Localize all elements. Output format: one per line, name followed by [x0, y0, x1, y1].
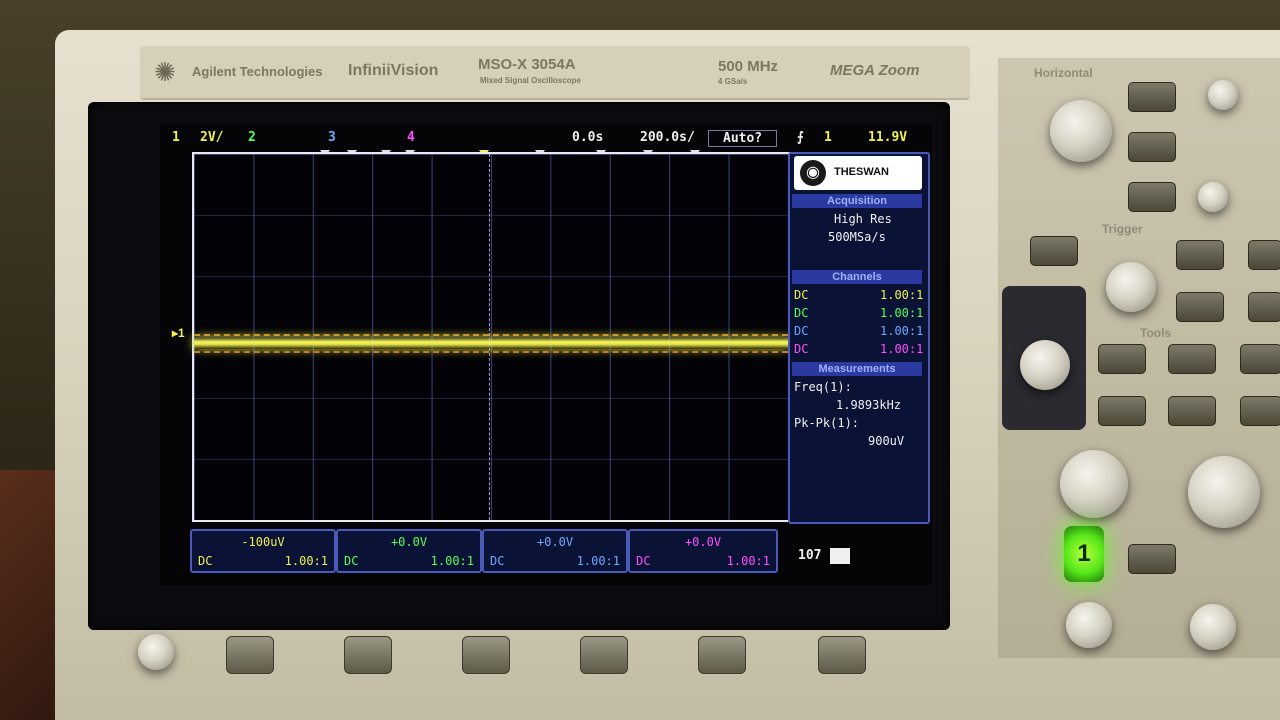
- channel1-box-ratio: 1.00:1: [284, 554, 328, 568]
- status-time-position: 0.0s: [572, 130, 604, 145]
- navigate-button[interactable]: [1128, 182, 1176, 212]
- channel3-offset: +0.0V: [536, 535, 574, 549]
- bottom-counter: 107: [798, 548, 822, 563]
- measurement2-value: 900uV: [868, 434, 905, 448]
- measure-button[interactable]: [1098, 344, 1146, 374]
- softkey-5[interactable]: [698, 636, 746, 674]
- channel1-offset: -100uV: [241, 535, 285, 549]
- channel2-coupling: DC: [794, 306, 809, 320]
- status-ch4-number: 4: [407, 130, 415, 145]
- navigate-knob[interactable]: [1198, 182, 1228, 212]
- waveform-grid: [192, 152, 790, 522]
- status-trigger-level: 11.9V: [868, 130, 908, 145]
- status-trigger-source: 1: [824, 130, 832, 145]
- logo-badge: ◉ THESWAN: [794, 156, 922, 190]
- channel4-offset: +0.0V: [684, 535, 722, 549]
- cursors-button[interactable]: [1248, 292, 1280, 322]
- horizontal-position-knob[interactable]: [1208, 80, 1238, 110]
- channel3-ratio: 1.00:1: [880, 324, 924, 338]
- horizontal-button[interactable]: [1128, 82, 1176, 112]
- tools-button-3[interactable]: [1240, 344, 1280, 374]
- channel2-info-box[interactable]: +0.0V DC 1.00:1: [336, 529, 482, 573]
- logo-text: THESWAN: [834, 166, 889, 178]
- trigger-button[interactable]: [1176, 240, 1224, 270]
- channel3-coupling: DC: [794, 324, 809, 338]
- channel3-info-box[interactable]: +0.0V DC 1.00:1: [482, 529, 628, 573]
- channel1-info-box[interactable]: -100uV DC 1.00:1: [190, 529, 336, 573]
- channel3-box-coupling: DC: [490, 554, 505, 568]
- channel4-box-coupling: DC: [636, 554, 651, 568]
- status-trigger-mode: Auto?: [708, 130, 778, 147]
- menu-knob[interactable]: [138, 634, 174, 670]
- channel1-ratio: 1.00:1: [880, 288, 924, 302]
- acquisition-header: Acquisition: [792, 194, 922, 208]
- trace-upper-envelope: [194, 334, 788, 336]
- label-button[interactable]: [1128, 544, 1176, 574]
- swan-logo-icon: ◉: [800, 160, 826, 186]
- tools-button-1[interactable]: [1168, 344, 1216, 374]
- channel1-ground-marker: ▸1: [172, 326, 185, 340]
- cursor-knob[interactable]: [1020, 340, 1070, 390]
- measurements-header: Measurements: [792, 362, 922, 376]
- channel3-box-ratio: 1.00:1: [576, 554, 620, 568]
- measurement1-label: Freq(1):: [794, 380, 852, 394]
- channel2-scale-knob[interactable]: [1188, 456, 1260, 528]
- measurement1-value: 1.9893kHz: [836, 398, 902, 412]
- brand-model: MSO-X 3054A: [478, 56, 576, 73]
- channel2-box-ratio: 1.00:1: [430, 554, 474, 568]
- trigger-section-label: Trigger: [1102, 222, 1143, 236]
- softkey-3[interactable]: [462, 636, 510, 674]
- brand-model-sub: Mixed Signal Oscilloscope: [480, 76, 581, 85]
- brand-maker: Agilent Technologies: [192, 64, 323, 79]
- tools-button-2[interactable]: [1168, 396, 1216, 426]
- status-box-icon: [830, 548, 850, 564]
- run-stop-button[interactable]: [1030, 236, 1078, 266]
- horizontal-scale-knob[interactable]: [1050, 100, 1112, 162]
- channel4-ratio: 1.00:1: [880, 342, 924, 356]
- channel2-ratio: 1.00:1: [880, 306, 924, 320]
- softkey-6[interactable]: [818, 636, 866, 674]
- measurement2-label: Pk-Pk(1):: [794, 416, 860, 430]
- channel1-position-knob[interactable]: [1066, 602, 1112, 648]
- brand-sample-rate: 4 GSa/s: [718, 77, 748, 86]
- trace-lower-envelope: [194, 351, 788, 353]
- channel1-box-coupling: DC: [198, 554, 213, 568]
- channel2-box-coupling: DC: [344, 554, 359, 568]
- info-side-panel: ◉ THESWAN Acquisition High Res 500MSa/s …: [788, 152, 930, 524]
- channel1-coupling: DC: [794, 288, 809, 302]
- brand-bandwidth: 500 MHz: [718, 58, 779, 75]
- channel2-position-knob[interactable]: [1190, 604, 1236, 650]
- agilent-logo-icon: ✺: [154, 57, 176, 87]
- edge-trigger-icon: ⨍: [797, 130, 804, 145]
- brand-series: InfiniiVision: [348, 62, 439, 79]
- zoom-button[interactable]: [1128, 132, 1176, 162]
- status-ch1-number: 1: [172, 130, 180, 145]
- mode-coupling-button[interactable]: [1248, 240, 1280, 270]
- softkey-2[interactable]: [344, 636, 392, 674]
- channel1-scale-knob[interactable]: [1060, 450, 1128, 518]
- channel2-offset: +0.0V: [390, 535, 428, 549]
- channel1-button[interactable]: 1: [1064, 526, 1104, 582]
- status-time-scale: 200.0s/: [640, 130, 695, 145]
- tools-section-label: Tools: [1140, 326, 1172, 340]
- status-ch2-number: 2: [248, 130, 256, 145]
- trigger-level-knob[interactable]: [1106, 262, 1156, 312]
- horizontal-section-label: Horizontal: [1034, 66, 1093, 80]
- acquire-button[interactable]: [1098, 396, 1146, 426]
- channel4-coupling: DC: [794, 342, 809, 356]
- channel4-box-ratio: 1.00:1: [726, 554, 770, 568]
- acquisition-rate: 500MSa/s: [828, 230, 886, 244]
- acquisition-mode: High Res: [834, 212, 892, 226]
- channel1-trace: [194, 337, 788, 349]
- brand-megazoom: MEGA Zoom: [830, 62, 920, 79]
- channels-header: Channels: [792, 270, 922, 284]
- tools-button-4[interactable]: [1240, 396, 1280, 426]
- status-ch1-scale: 2V/: [200, 130, 224, 145]
- status-ch3-number: 3: [328, 130, 336, 145]
- softkey-4[interactable]: [580, 636, 628, 674]
- channel4-info-box[interactable]: +0.0V DC 1.00:1: [628, 529, 778, 573]
- ground-marker-label: 1: [178, 326, 185, 340]
- softkey-1[interactable]: [226, 636, 274, 674]
- force-trigger-button[interactable]: [1176, 292, 1224, 322]
